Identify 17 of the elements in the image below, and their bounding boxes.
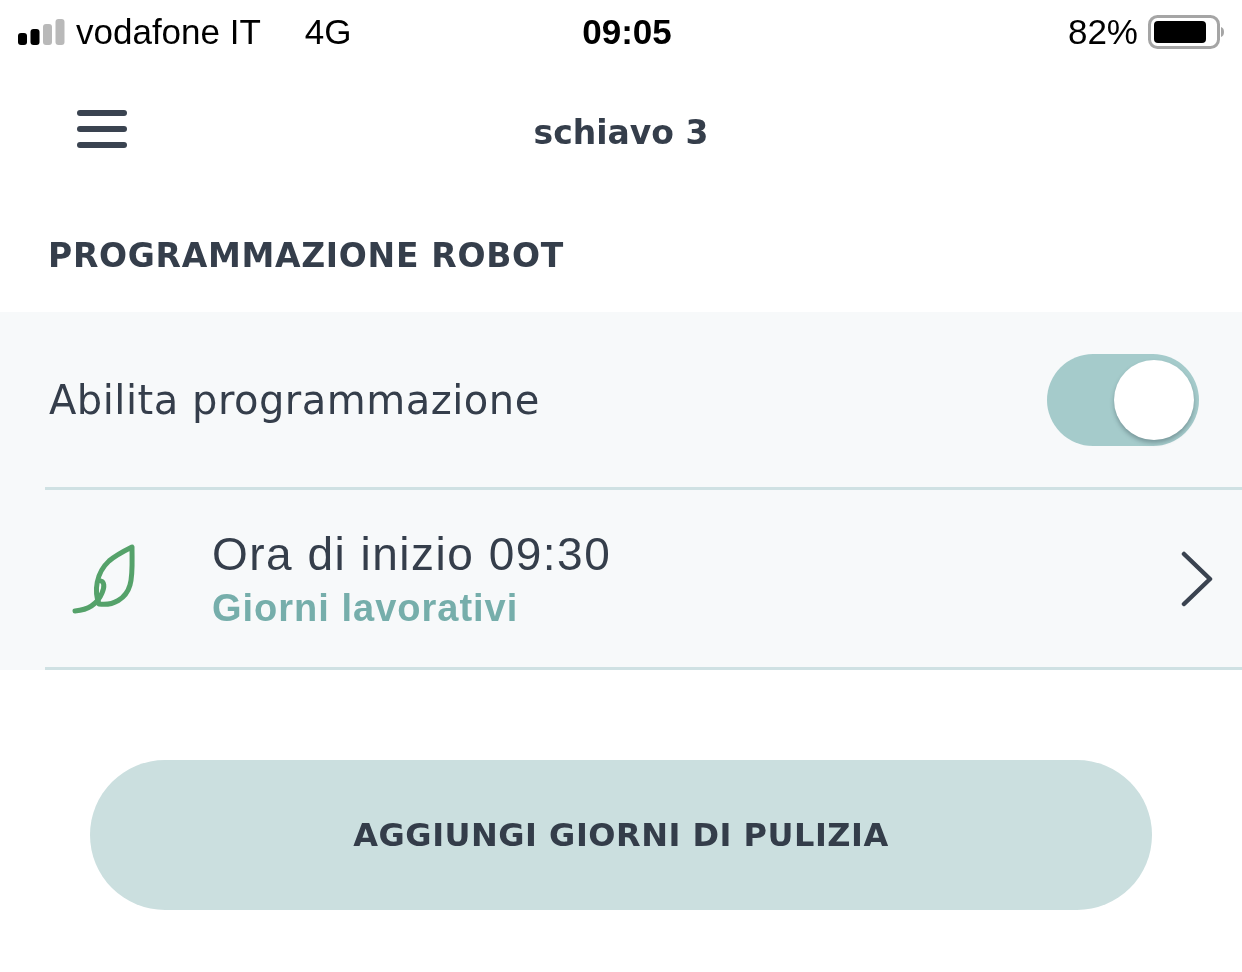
chevron-right-icon	[1180, 550, 1214, 607]
menu-icon	[77, 110, 127, 148]
section-title: PROGRAMMAZIONE ROBOT	[47, 235, 565, 277]
add-cleaning-days-button[interactable]: AGGIUNGI GIORNI DI PULIZIA	[90, 760, 1152, 910]
network-type: 4G	[304, 12, 352, 52]
schedule-subtitle: Giorni lavorativi	[212, 587, 520, 630]
carrier-name: vodafone IT	[76, 12, 261, 52]
leaf-icon	[71, 542, 137, 615]
screen-title: schiavo 3	[532, 112, 710, 152]
signal-icon	[18, 19, 66, 45]
battery-percent: 82%	[1067, 12, 1138, 52]
schedule-row[interactable]: Ora di inizio 09:30 Giorni lavorativi	[45, 490, 1242, 670]
battery-icon	[1148, 15, 1226, 49]
schedule-title: Ora di inizio 09:30	[212, 527, 613, 581]
status-time: 09:05	[582, 12, 672, 52]
menu-button[interactable]	[76, 109, 128, 149]
setting-label: Abilita programmazione	[49, 376, 540, 423]
